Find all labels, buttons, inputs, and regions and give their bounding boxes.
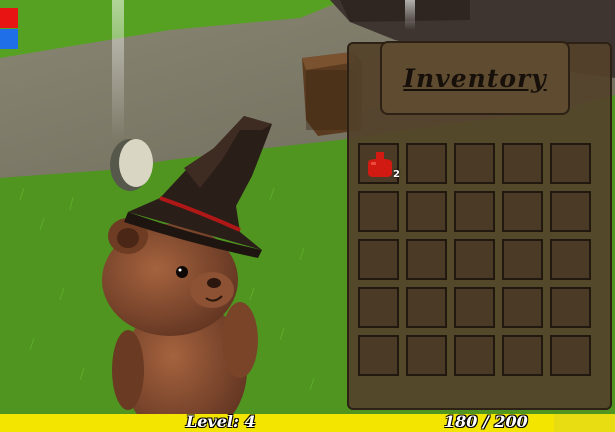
mana-indicator [0,29,18,49]
inventory-title-plate: Inventory [380,41,570,115]
inventory-slot[interactable] [502,239,543,280]
inventory-slot[interactable] [406,287,447,328]
inventory-slot[interactable] [502,335,543,376]
inventory-slot[interactable] [406,239,447,280]
potion-icon [368,152,392,177]
inventory-slot[interactable] [406,335,447,376]
health-indicator [0,8,18,28]
inventory-slot[interactable] [454,335,495,376]
inventory-slot[interactable] [454,143,495,184]
level-label: Level: 4 [186,414,256,431]
item-count: 2 [393,169,400,180]
inventory-slot[interactable] [550,335,591,376]
inventory-slot[interactable] [502,287,543,328]
inventory-slot[interactable] [454,287,495,328]
inventory-slot[interactable] [358,287,399,328]
inventory-slot[interactable] [550,239,591,280]
inventory-slot[interactable] [454,191,495,232]
inventory-slot[interactable] [358,239,399,280]
inventory-slot[interactable] [358,335,399,376]
inventory-slot[interactable] [454,239,495,280]
inventory-grid: 2 [358,143,591,376]
inventory-slot[interactable] [550,191,591,232]
inventory-slot[interactable] [550,287,591,328]
inventory-slot[interactable]: 2 [358,143,400,184]
inventory-slot[interactable] [406,191,447,232]
inventory-title: Inventory [403,63,547,93]
inventory-panel: Inventory 2 [347,41,612,410]
inventory-slot[interactable] [550,143,591,184]
inventory-slot[interactable] [502,191,543,232]
inventory-slot[interactable] [358,191,399,232]
experience-label: 180 / 200 [444,414,528,431]
experience-bar: Level: 4 180 / 200 [0,414,615,432]
inventory-slot[interactable] [502,143,543,184]
inventory-slot[interactable] [406,143,447,184]
